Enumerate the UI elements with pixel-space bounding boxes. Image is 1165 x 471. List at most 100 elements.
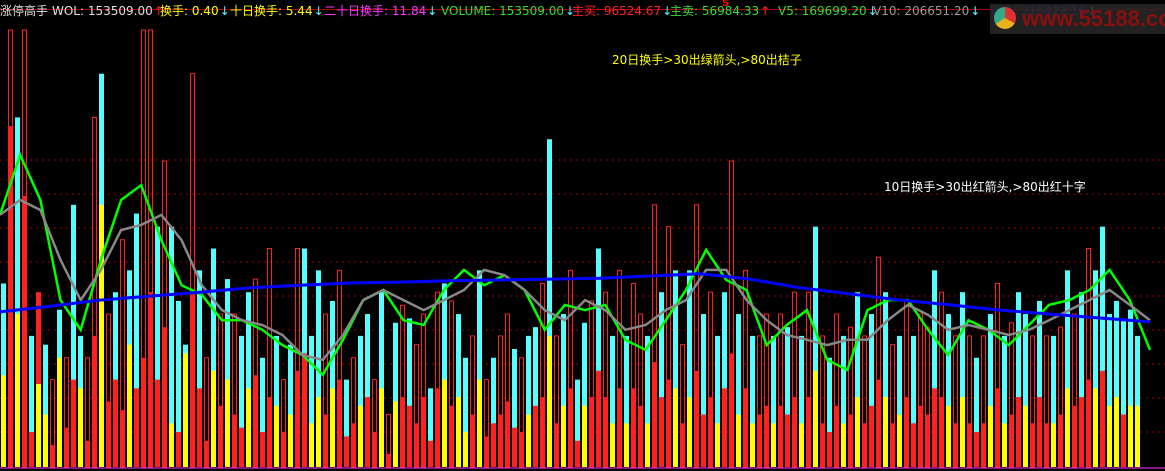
inner-bar-red	[484, 436, 489, 467]
inner-bar	[407, 405, 412, 467]
inner-bar	[428, 440, 433, 467]
inner-bar-red	[806, 397, 811, 467]
header-item-label: VOLUME: 153509.00	[441, 4, 564, 18]
inner-bar	[869, 405, 874, 467]
header-item: 十日换手: 5.44↓	[230, 0, 324, 22]
inner-bar	[456, 397, 461, 467]
inner-bar	[211, 370, 216, 467]
inner-bar-red	[400, 397, 405, 467]
logo-icon	[994, 7, 1016, 29]
inner-bar-red	[554, 423, 559, 467]
inner-bar-red	[253, 375, 258, 467]
inner-bar	[512, 427, 517, 467]
inner-bar	[1114, 397, 1119, 467]
inner-bar	[673, 388, 678, 467]
inner-bar-red	[50, 445, 55, 467]
inner-bar-red	[64, 427, 69, 467]
inner-bar-red	[281, 432, 286, 467]
inner-bar	[155, 379, 160, 467]
inner-bar-red	[351, 423, 356, 467]
inner-bar-red	[421, 397, 426, 467]
inner-bar-red	[848, 414, 853, 467]
inner-bar	[99, 204, 104, 468]
inner-bar	[225, 379, 230, 467]
inner-bar	[393, 401, 398, 467]
inner-bar	[701, 414, 706, 467]
inner-bar	[463, 432, 468, 467]
inner-bar-red	[757, 414, 762, 467]
inner-bar-red	[519, 432, 524, 467]
inner-bar-red	[820, 423, 825, 467]
inner-bar-red	[505, 401, 510, 467]
inner-bar-red	[204, 440, 209, 467]
inner-bar-red	[729, 353, 734, 467]
inner-bar	[561, 405, 566, 467]
inner-bar-red	[470, 414, 475, 467]
inner-bar	[274, 405, 279, 467]
inner-bar	[1121, 414, 1126, 467]
header-item: 二十日换手: 11.84↓	[324, 0, 437, 22]
watermark: www.55188.com	[990, 4, 1165, 34]
inner-bar	[344, 436, 349, 467]
inner-bar-red	[218, 405, 223, 467]
header-item-label: 主卖: 56984.33	[670, 4, 760, 18]
inner-bar	[1023, 405, 1028, 467]
inner-bar	[1100, 370, 1105, 467]
inner-bar-red	[162, 327, 167, 467]
inner-bar-red	[680, 423, 685, 467]
indicator-title: 涨停高手	[0, 4, 49, 18]
inner-bar-red	[764, 405, 769, 467]
inner-bar	[582, 405, 587, 467]
inner-bar	[722, 388, 727, 467]
header-item: 主买: 96524.67↓	[572, 0, 672, 22]
inner-bar-red	[337, 379, 342, 467]
watermark-text: www.55188.com	[1022, 6, 1165, 31]
inner-bar	[659, 397, 664, 467]
header-item: 主卖: 56984.33↑	[670, 0, 770, 22]
header-item: WOL: 153509.00↑	[52, 0, 164, 22]
inner-bar-red	[862, 423, 867, 467]
arrow-down-icon: ↓	[219, 4, 230, 18]
arrow-down-icon: ↓	[313, 4, 324, 18]
header-item: V5: 169699.20↓	[778, 0, 878, 22]
inner-bar	[575, 440, 580, 467]
inner-bar	[645, 423, 650, 467]
inner-bar	[771, 423, 776, 467]
inner-bar	[134, 388, 139, 467]
inner-bar-red	[372, 432, 377, 467]
inner-bar-red	[120, 410, 125, 467]
inner-bar	[1065, 388, 1070, 467]
inner-bar	[855, 397, 860, 467]
inner-bar	[15, 314, 20, 467]
header-item-label: WOL: 153509.00	[52, 4, 153, 18]
inner-bar-red	[834, 405, 839, 467]
inner-bar-red	[652, 362, 657, 467]
inner-bar	[1, 375, 6, 467]
inner-bar	[477, 379, 482, 467]
inner-bar	[183, 353, 188, 467]
inner-bar	[197, 388, 202, 467]
signal-mark: S	[722, 0, 730, 9]
inner-bar-red	[1086, 379, 1091, 467]
inner-bar	[246, 388, 251, 467]
inner-bar	[687, 397, 692, 467]
inner-bar	[176, 432, 181, 467]
inner-bar	[1002, 423, 1007, 467]
inner-bar	[533, 405, 538, 467]
inner-bar-red	[435, 388, 440, 467]
inner-bar	[113, 379, 118, 467]
inner-bar	[897, 414, 902, 467]
inner-bar-red	[1009, 414, 1014, 467]
inner-bar-red	[792, 397, 797, 467]
inner-bar-red	[925, 414, 930, 467]
inner-bar-red	[92, 335, 97, 467]
inner-bar	[302, 353, 307, 467]
inner-bar-red	[953, 423, 958, 467]
inner-bar	[547, 335, 552, 467]
inner-bar-red	[295, 370, 300, 467]
inner-bar	[610, 423, 615, 467]
inner-bar-red	[22, 196, 27, 467]
header-item-label: V10: 206651.20	[873, 4, 970, 18]
inner-bar-red	[890, 423, 895, 467]
inner-bar-red	[778, 405, 783, 467]
